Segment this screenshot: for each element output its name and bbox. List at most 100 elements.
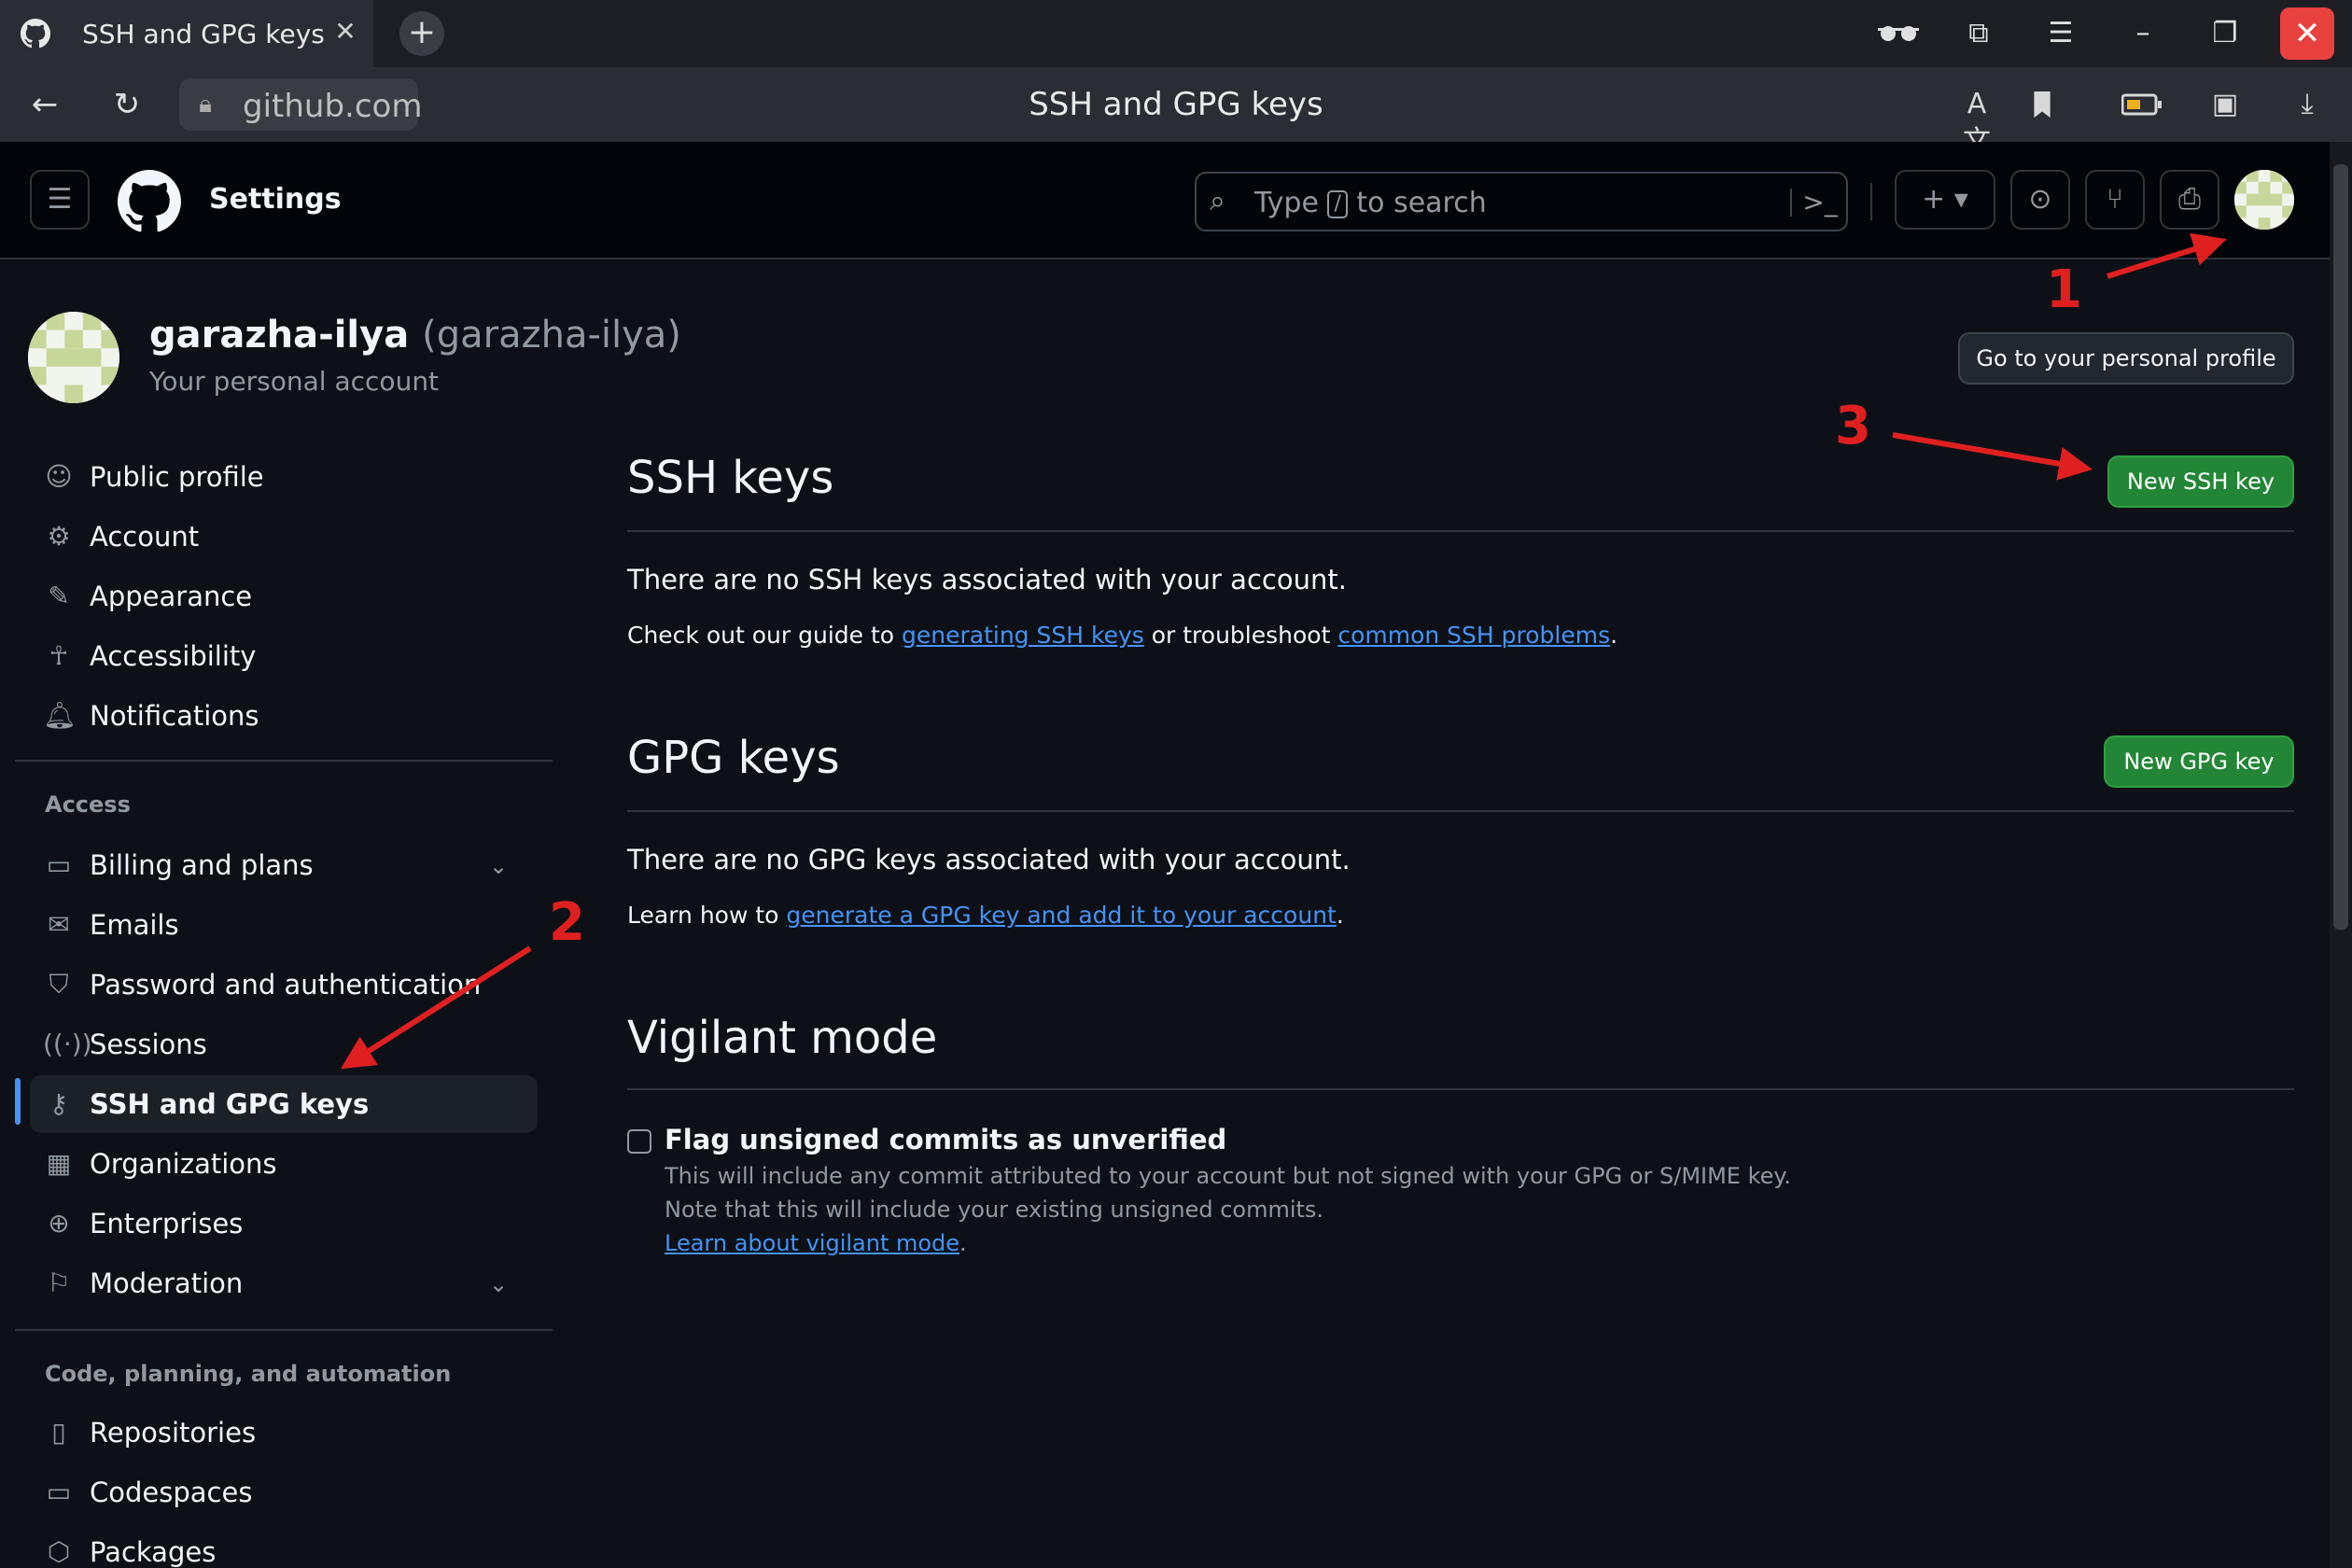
sidebar-item-billing[interactable]: ▭ Billing and plans ⌄ xyxy=(30,836,538,894)
bookmark-icon[interactable] xyxy=(2022,86,2063,123)
mail-icon: ✉ xyxy=(48,909,70,940)
gpg-empty-message: There are no GPG keys associated with yo… xyxy=(627,844,1351,875)
sidebar-item-notifications[interactable]: 🔔︎ Notifications xyxy=(30,687,538,745)
tab-title: SSH and GPG keys xyxy=(82,19,325,49)
github-logo-icon[interactable] xyxy=(118,170,181,233)
sidebar-item-public-profile[interactable]: ☺ Public profile xyxy=(30,448,538,506)
sidebar-item-packages[interactable]: ⬡ Packages xyxy=(30,1523,538,1568)
sidebar-item-label: Enterprises xyxy=(90,1208,244,1239)
header-avatar[interactable] xyxy=(2234,170,2294,230)
browser-tab[interactable]: SSH and GPG keys ✕ xyxy=(0,0,373,67)
generate-gpg-key-link[interactable]: generate a GPG key and add it to your ac… xyxy=(786,902,1336,929)
sidebar-item-organizations[interactable]: ▦ Organizations xyxy=(30,1135,538,1193)
search-shortcut-key: / xyxy=(1327,190,1348,218)
gpg-keys-heading: GPG keys xyxy=(627,732,840,784)
gpg-learn-text: Learn how to generate a GPG key and add … xyxy=(627,902,1344,929)
sidebar-item-account[interactable]: ⚙ Account xyxy=(30,508,538,566)
sidebar-item-label: Repositories xyxy=(90,1417,257,1449)
user-handle: (garazha-ilya) xyxy=(422,314,681,357)
sidebar-item-ssh-gpg-keys[interactable]: ⚷ SSH and GPG keys xyxy=(30,1075,538,1133)
window-close-button[interactable]: ✕ xyxy=(2280,7,2334,60)
personal-profile-button[interactable]: Go to your personal profile xyxy=(1958,332,2294,385)
account-subtitle: Your personal account xyxy=(149,366,440,397)
issues-icon[interactable]: ⊙ xyxy=(2010,170,2070,230)
download-icon[interactable]: ⤓ xyxy=(2287,86,2328,123)
browser-tab-bar: SSH and GPG keys ✕ + ⧉ ☰ – ❐ ✕ xyxy=(0,0,2352,67)
sidebar-item-label: Password and authentication xyxy=(90,969,482,1001)
inbox-icon[interactable]: ⎙ xyxy=(2160,170,2219,230)
generating-ssh-keys-link[interactable]: generating SSH keys xyxy=(902,622,1144,649)
gpg-divider xyxy=(627,810,2294,812)
sidebar-item-codespaces[interactable]: ▭ Codespaces xyxy=(30,1463,538,1521)
reader-glasses-icon[interactable] xyxy=(1878,17,1919,50)
search-placeholder: Type / to search xyxy=(1254,187,1487,219)
vigilant-note-2: Note that this will include your existin… xyxy=(665,1197,1324,1223)
sidebar-item-accessibility[interactable]: ☥ Accessibility xyxy=(30,627,538,685)
sidebar-heading-code: Code, planning, and automation xyxy=(45,1361,452,1387)
vigilant-checkbox-label[interactable]: Flag unsigned commits as unverified xyxy=(665,1124,1226,1155)
sidebar-item-emails[interactable]: ✉ Emails xyxy=(30,896,538,954)
credit-card-icon: ▭ xyxy=(46,849,72,880)
vigilant-learn-suffix: . xyxy=(959,1230,967,1256)
gear-icon: ⚙ xyxy=(47,521,71,552)
sidebar-item-sessions[interactable]: ((·)) Sessions xyxy=(30,1015,538,1073)
reload-icon[interactable]: ↻ xyxy=(106,86,147,123)
bell-icon: 🔔︎ xyxy=(43,700,77,731)
header-separator xyxy=(1870,183,1872,220)
back-arrow-icon[interactable]: ← xyxy=(24,86,65,123)
sidebar-item-label: Notifications xyxy=(90,700,259,732)
github-favicon-icon xyxy=(21,19,50,49)
gpg-learn-suffix: . xyxy=(1336,902,1344,929)
sidebar-item-repositories[interactable]: ▯ Repositories xyxy=(30,1404,538,1462)
vigilant-divider xyxy=(627,1088,2294,1090)
new-tab-button[interactable]: + xyxy=(399,11,444,56)
person-icon: ☺ xyxy=(45,461,73,492)
vigilant-mode-heading: Vigilant mode xyxy=(627,1012,938,1064)
command-palette-icon[interactable]: >_ xyxy=(1799,185,1841,220)
chevron-down-icon[interactable]: ⌄ xyxy=(483,1269,513,1299)
sidebar-item-label: Codespaces xyxy=(90,1477,253,1508)
chevron-down-icon[interactable]: ⌄ xyxy=(483,851,513,881)
sidebar-item-label: Organizations xyxy=(90,1148,277,1180)
translate-icon[interactable]: A文 xyxy=(1956,86,1997,158)
sidebar-heading-access: Access xyxy=(45,791,131,818)
sidebar-item-label: SSH and GPG keys xyxy=(90,1088,370,1120)
annotation-number-2: 2 xyxy=(549,892,585,953)
url-field[interactable]: 🔒︎ github.com xyxy=(179,78,422,131)
scrollbar-thumb[interactable] xyxy=(2333,164,2348,930)
search-input[interactable]: ⌕ Type / to search >_ xyxy=(1195,172,1848,231)
minimize-icon[interactable]: – xyxy=(2124,17,2162,50)
user-avatar xyxy=(28,312,119,403)
sidebar-item-label: Accessibility xyxy=(90,640,257,672)
tab-close-icon[interactable]: ✕ xyxy=(330,17,360,47)
repo-icon: ▯ xyxy=(51,1417,66,1448)
common-ssh-problems-link[interactable]: common SSH problems xyxy=(1337,622,1610,649)
sidebar-item-label: Account xyxy=(90,521,200,553)
restore-icon[interactable]: ❐ xyxy=(2206,17,2244,50)
sidebar-item-label: Public profile xyxy=(90,461,264,493)
sidebar-divider xyxy=(15,1329,553,1331)
sidebar-item-label: Moderation xyxy=(90,1267,244,1299)
sidebar-item-moderation[interactable]: ⚐ Moderation ⌄ xyxy=(30,1254,538,1312)
codespaces-icon: ▭ xyxy=(46,1477,72,1507)
annotation-arrow-3 xyxy=(1892,432,2093,481)
new-gpg-key-button[interactable]: New GPG key xyxy=(2104,735,2294,788)
key-icon: ⚷ xyxy=(49,1088,69,1119)
new-ssh-key-button[interactable]: New SSH key xyxy=(2107,455,2294,508)
sidebar-item-password[interactable]: ⛉ Password and authentication xyxy=(30,956,538,1014)
sidebar-item-enterprises[interactable]: ⊕ Enterprises xyxy=(30,1195,538,1253)
sidebar-item-label: Packages xyxy=(90,1536,217,1568)
learn-vigilant-mode-link[interactable]: Learn about vigilant mode xyxy=(665,1230,959,1256)
hamburger-menu-button[interactable]: ☰ xyxy=(30,170,90,230)
create-new-button[interactable]: + ▾ xyxy=(1895,170,1995,230)
pull-requests-icon[interactable]: ⑂ xyxy=(2085,170,2145,230)
screenshot-icon[interactable]: ▣ xyxy=(2205,86,2246,123)
menu-icon[interactable]: ☰ xyxy=(2042,17,2079,50)
sidebar-item-appearance[interactable]: ✎ Appearance xyxy=(30,567,538,625)
header-context-title[interactable]: Settings xyxy=(209,183,342,216)
battery-saver-icon[interactable] xyxy=(2119,86,2165,123)
tab-copy-icon[interactable]: ⧉ xyxy=(1960,17,1997,50)
sidebar-item-label: Emails xyxy=(90,909,179,941)
vigilant-mode-checkbox[interactable] xyxy=(627,1129,651,1154)
organization-icon: ▦ xyxy=(46,1148,72,1179)
